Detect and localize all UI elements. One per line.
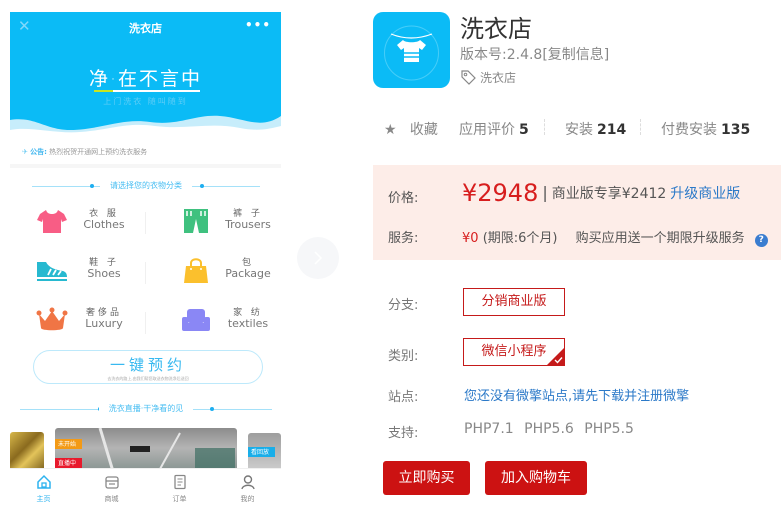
preview-tabbar: 主页 商城 订单 我的 <box>10 468 281 511</box>
status-badge-replay: 看回放 <box>248 447 276 457</box>
category-divider <box>145 212 146 234</box>
paid-installs-value: 135 <box>721 122 751 138</box>
preview-slogan-sub: 上门洗衣 随叫随到 <box>103 97 188 106</box>
live-section-title: 洗衣直播·干净看的见 <box>20 403 272 417</box>
order-icon <box>173 474 186 490</box>
sofa-icon <box>182 309 210 331</box>
rating-value: 5 <box>519 122 529 138</box>
user-icon <box>240 475 255 490</box>
category-title-text: 请选择您的衣物分类 <box>100 181 192 190</box>
tshirt-icon <box>37 210 67 233</box>
rating-stat: 应用评价 5 <box>459 122 529 138</box>
notice-bar[interactable]: ✈ 公告: 热烈祝贺开通网上预约洗衣服务 <box>22 147 147 157</box>
more-icon[interactable]: ••• <box>245 18 271 32</box>
app-tag[interactable]: 洗衣店 <box>460 69 516 86</box>
upgrade-business-link[interactable]: 升级商业版 <box>670 186 740 202</box>
tab-home[interactable]: 主页 <box>10 469 77 511</box>
trousers-icon <box>184 209 208 233</box>
service-period: (期限:6个月) <box>482 231 558 246</box>
store-icon <box>104 476 119 489</box>
business-price: 商业版专享¥2412 <box>551 186 667 202</box>
notice-label: 公告: <box>30 148 47 156</box>
stat-divider <box>544 119 545 135</box>
booking-sub: 去洗衣的路上,由我们帮您取送衣物洗净后送回 <box>107 376 189 381</box>
app-tag-label: 洗衣店 <box>480 71 517 85</box>
branch-label: 分支: <box>388 298 419 313</box>
crown-icon <box>36 307 68 331</box>
add-to-cart-button[interactable]: 加入购物车 <box>485 461 587 495</box>
booking-label: 一键预约 <box>109 356 186 374</box>
service-row: ¥0 (期限:6个月) 购买应用送一个期限升级服务 ? <box>462 227 768 247</box>
app-preview: ✕ 洗衣店 ••• 净·在不言中 上门洗衣 随叫随到 ✈ 公告: 热烈祝贺开通网… <box>10 12 281 511</box>
category-clothes[interactable]: 衣 服 Clothes <box>36 205 156 239</box>
preview-title: 洗衣店 <box>129 22 162 35</box>
home-icon <box>36 474 51 489</box>
service-amount: ¥0 <box>462 231 479 246</box>
register-site-link[interactable]: 您还没有微擎站点,请先下载并注册微擎 <box>464 385 689 404</box>
category-textiles[interactable]: 家 纺 textiles <box>180 304 281 338</box>
category-luxury[interactable]: 奢侈品 Luxury <box>36 304 156 338</box>
category-section-title: 请选择您的衣物分类 <box>32 180 260 194</box>
service-desc: 购买应用送一个期限升级服务 <box>575 231 745 246</box>
category-trousers[interactable]: 裤 子 Trousers <box>180 205 281 239</box>
tab-profile[interactable]: 我的 <box>214 469 281 511</box>
live-title-text: 洗衣直播·干净看的见 <box>98 404 194 413</box>
app-version[interactable]: 版本号:2.4.8[复制信息] <box>460 44 609 64</box>
price-box: 价格: ¥2948 | 商业版专享¥2412 升级商业版 服务: ¥0 (期限:6个月… <box>373 165 781 260</box>
price-value: ¥2948 <box>462 179 539 207</box>
tab-store[interactable]: 商城 <box>78 469 145 511</box>
support-label: 支持: <box>388 426 419 441</box>
preview-slogan: 净·在不言中 <box>88 68 203 90</box>
category-label: 类别: <box>388 349 419 364</box>
category-divider <box>145 262 146 284</box>
favorite-label: 收藏 <box>409 122 438 138</box>
tab-orders[interactable]: 订单 <box>146 469 213 511</box>
waves-decoration <box>10 115 281 148</box>
installs-stat: 安装 214 <box>565 122 627 138</box>
installs-value: 214 <box>597 122 627 138</box>
chevron-right-icon <box>314 251 323 265</box>
one-click-booking-button[interactable]: 一键预约 去洗衣的路上,由我们帮您取送衣物洗净后送回 <box>33 350 263 384</box>
bag-icon <box>184 258 208 283</box>
shoe-icon <box>37 262 67 281</box>
help-icon[interactable]: ? <box>754 234 768 247</box>
app-title: 洗衣店 <box>460 15 532 43</box>
star-icon: ★ <box>384 122 397 138</box>
slogan-underline <box>94 90 200 92</box>
status-badge-live: 直播中 <box>55 458 83 468</box>
laundry-shirt-icon <box>384 25 439 81</box>
notice-text: 热烈祝贺开通网上预约洗衣服务 <box>49 148 148 156</box>
preview-topbar: ✕ 洗衣店 ••• <box>10 12 281 44</box>
category-shoes[interactable]: 鞋 子 Shoes <box>36 254 156 288</box>
site-label: 站点: <box>388 390 419 405</box>
stat-divider <box>640 119 641 135</box>
category-option-selected[interactable]: 微信小程序 <box>463 338 565 366</box>
buy-now-button[interactable]: 立即购买 <box>383 461 470 495</box>
price-label: 价格: <box>388 191 419 206</box>
app-icon <box>373 12 450 88</box>
paid-installs-stat: 付费安装 135 <box>661 122 751 138</box>
price-row: ¥2948 | 商业版专享¥2412 升级商业版 <box>462 179 741 207</box>
category-divider <box>145 312 146 334</box>
preview-next-button[interactable] <box>297 237 339 279</box>
divider <box>10 164 281 168</box>
category-package[interactable]: 包 Package <box>180 254 281 288</box>
favorite-button[interactable]: ★ 收藏 <box>384 119 438 139</box>
status-badge-not-started: 未开始 <box>55 439 83 449</box>
tag-icon <box>461 70 476 85</box>
live-thumb-right[interactable]: 看回放 <box>248 433 281 473</box>
support-versions: PHP7.1 PHP5.6 PHP5.5 <box>464 421 634 437</box>
send-icon: ✈ <box>22 148 28 156</box>
check-icon <box>554 357 563 364</box>
branch-option[interactable]: 分销商业版 <box>463 288 565 316</box>
preview-header: ✕ 洗衣店 ••• 净·在不言中 上门洗衣 随叫随到 <box>10 12 281 148</box>
service-label: 服务: <box>388 231 419 246</box>
